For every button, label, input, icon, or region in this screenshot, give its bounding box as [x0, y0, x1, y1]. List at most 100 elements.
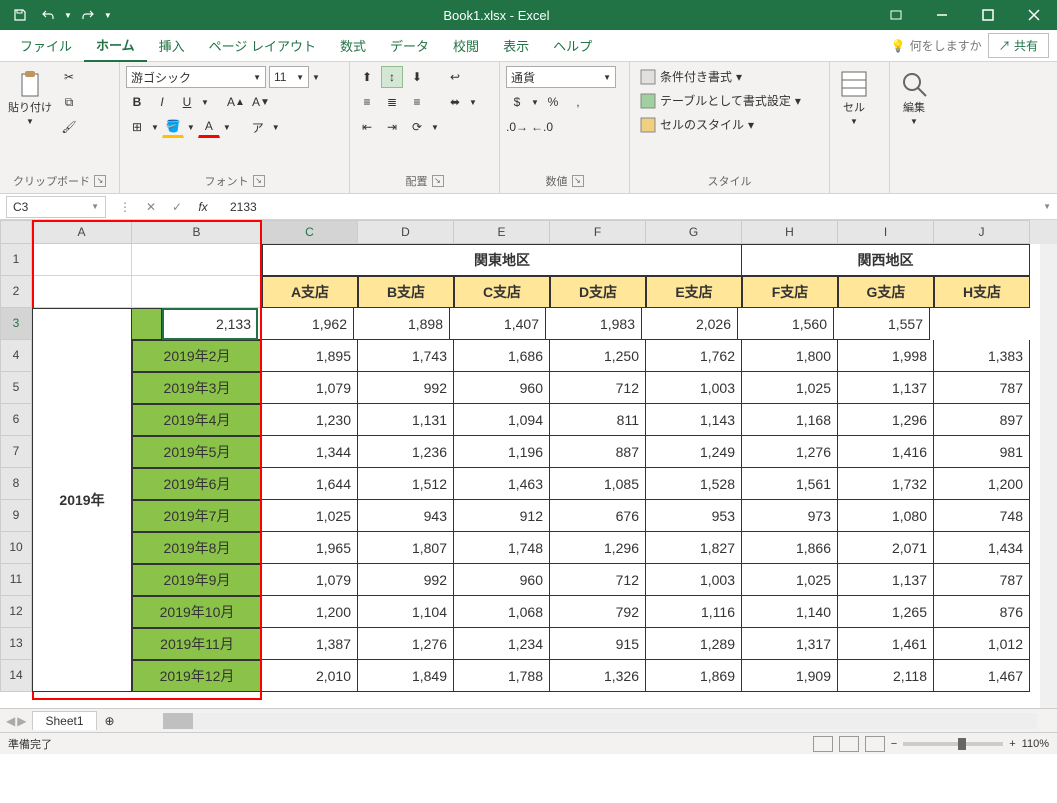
- cell[interactable]: 876: [934, 596, 1030, 628]
- font-name-combo[interactable]: 游ゴシック▼: [126, 66, 266, 88]
- cell[interactable]: 1,085: [550, 468, 646, 500]
- cell[interactable]: 1,025: [742, 372, 838, 404]
- cell[interactable]: 2019年7月: [132, 500, 262, 532]
- column-header[interactable]: H: [742, 220, 838, 244]
- font-color-button[interactable]: A: [198, 116, 220, 138]
- cell[interactable]: 関西地区: [742, 244, 1030, 276]
- enter-icon[interactable]: ✓: [166, 196, 188, 218]
- spreadsheet-grid[interactable]: ABCDEFGHIJ 1関東地区関西地区2A支店B支店C支店D支店E支店F支店G…: [0, 220, 1057, 708]
- cell[interactable]: 1,234: [454, 628, 550, 660]
- cell[interactable]: 1,230: [262, 404, 358, 436]
- cell[interactable]: [32, 276, 132, 308]
- range-selector-icon[interactable]: ⋮: [114, 196, 136, 218]
- column-header[interactable]: B: [132, 220, 262, 244]
- cell[interactable]: 915: [550, 628, 646, 660]
- bold-button[interactable]: B: [126, 91, 148, 113]
- cell[interactable]: 2019年9月: [132, 564, 262, 596]
- copy-icon[interactable]: ⧉: [58, 91, 80, 113]
- cell[interactable]: 897: [934, 404, 1030, 436]
- cell[interactable]: 1,528: [646, 468, 742, 500]
- border-button[interactable]: ⊞: [126, 116, 148, 138]
- sheet-nav-prev-icon[interactable]: ◀: [6, 714, 15, 728]
- cell[interactable]: B支店: [358, 276, 454, 308]
- cell[interactable]: 1,788: [454, 660, 550, 692]
- cell[interactable]: 1,748: [454, 532, 550, 564]
- zoom-in-icon[interactable]: +: [1009, 738, 1015, 750]
- font-size-combo[interactable]: 11▼: [269, 66, 309, 88]
- cell[interactable]: 943: [358, 500, 454, 532]
- maximize-icon[interactable]: [965, 0, 1011, 30]
- cell[interactable]: 1,003: [646, 564, 742, 596]
- cells-group-button[interactable]: セル ▼: [836, 66, 872, 128]
- cell[interactable]: 1,012: [934, 628, 1030, 660]
- number-format-combo[interactable]: 通貨▼: [506, 66, 616, 88]
- decrease-font-icon[interactable]: A▼: [250, 91, 272, 113]
- cell[interactable]: 1,250: [550, 340, 646, 372]
- paste-button[interactable]: 貼り付け ▼: [6, 66, 54, 128]
- cell[interactable]: 1,140: [742, 596, 838, 628]
- column-header[interactable]: G: [646, 220, 742, 244]
- cell[interactable]: 1,168: [742, 404, 838, 436]
- cell[interactable]: 1,326: [550, 660, 646, 692]
- cell[interactable]: 1,003: [646, 372, 742, 404]
- share-button[interactable]: ↗ 共有: [988, 33, 1049, 58]
- dialog-launcher-icon[interactable]: ↘: [572, 175, 584, 187]
- cell[interactable]: 1,131: [358, 404, 454, 436]
- cell[interactable]: 2019年12月: [132, 660, 262, 692]
- cell[interactable]: [132, 276, 262, 308]
- row-header[interactable]: 4: [0, 340, 32, 372]
- cell[interactable]: 関東地区: [262, 244, 742, 276]
- cell[interactable]: A支店: [262, 276, 358, 308]
- row-header[interactable]: 5: [0, 372, 32, 404]
- cell[interactable]: 1,512: [358, 468, 454, 500]
- cell[interactable]: 1,463: [454, 468, 550, 500]
- cell[interactable]: 1,807: [358, 532, 454, 564]
- cell[interactable]: 1,080: [838, 500, 934, 532]
- increase-font-icon[interactable]: A▲: [225, 91, 247, 113]
- tab-file[interactable]: ファイル: [8, 30, 84, 61]
- cell[interactable]: 1,025: [262, 500, 358, 532]
- cell[interactable]: 1,557: [834, 308, 930, 340]
- formula-input[interactable]: 2133: [222, 200, 1037, 214]
- cell[interactable]: C支店: [454, 276, 550, 308]
- cell[interactable]: 953: [646, 500, 742, 532]
- cell[interactable]: 1,143: [646, 404, 742, 436]
- editing-group-button[interactable]: 編集 ▼: [896, 66, 932, 128]
- cell[interactable]: 1,079: [262, 564, 358, 596]
- cell[interactable]: 973: [742, 500, 838, 532]
- cell[interactable]: 992: [358, 564, 454, 596]
- dialog-launcher-icon[interactable]: ↘: [94, 175, 106, 187]
- merge-cells-icon[interactable]: ⬌: [444, 91, 466, 113]
- tab-home[interactable]: ホーム: [84, 29, 147, 62]
- cell[interactable]: 1,827: [646, 532, 742, 564]
- percent-format-icon[interactable]: %: [542, 91, 564, 113]
- cell-styles-button[interactable]: セルのスタイル ▾: [636, 114, 758, 135]
- cell[interactable]: 2019年8月: [132, 532, 262, 564]
- cell[interactable]: 787: [934, 372, 1030, 404]
- decrease-indent-icon[interactable]: ⇤: [356, 116, 378, 138]
- cell[interactable]: 2019年4月: [132, 404, 262, 436]
- tab-formulas[interactable]: 数式: [328, 30, 378, 61]
- cell[interactable]: E支店: [646, 276, 742, 308]
- cell[interactable]: [32, 244, 132, 276]
- add-sheet-icon[interactable]: ⊕: [97, 714, 123, 728]
- cell[interactable]: 1,200: [262, 596, 358, 628]
- cell[interactable]: 1,236: [358, 436, 454, 468]
- dialog-launcher-icon[interactable]: ↘: [253, 175, 265, 187]
- cell[interactable]: 1,383: [934, 340, 1030, 372]
- sheet-tab[interactable]: Sheet1: [32, 711, 96, 730]
- cell[interactable]: 2,010: [262, 660, 358, 692]
- tab-help[interactable]: ヘルプ: [541, 30, 604, 61]
- cell[interactable]: 1,644: [262, 468, 358, 500]
- cell[interactable]: 2,133: [162, 308, 258, 340]
- row-header[interactable]: 13: [0, 628, 32, 660]
- cell[interactable]: 2,026: [642, 308, 738, 340]
- vertical-scrollbar[interactable]: [1040, 244, 1057, 708]
- accounting-format-icon[interactable]: $: [506, 91, 528, 113]
- format-as-table-button[interactable]: テーブルとして書式設定 ▾: [636, 90, 805, 111]
- cell[interactable]: 1,079: [262, 372, 358, 404]
- cell[interactable]: 1,387: [262, 628, 358, 660]
- cell[interactable]: 1,407: [450, 308, 546, 340]
- cell[interactable]: 676: [550, 500, 646, 532]
- cell[interactable]: 712: [550, 372, 646, 404]
